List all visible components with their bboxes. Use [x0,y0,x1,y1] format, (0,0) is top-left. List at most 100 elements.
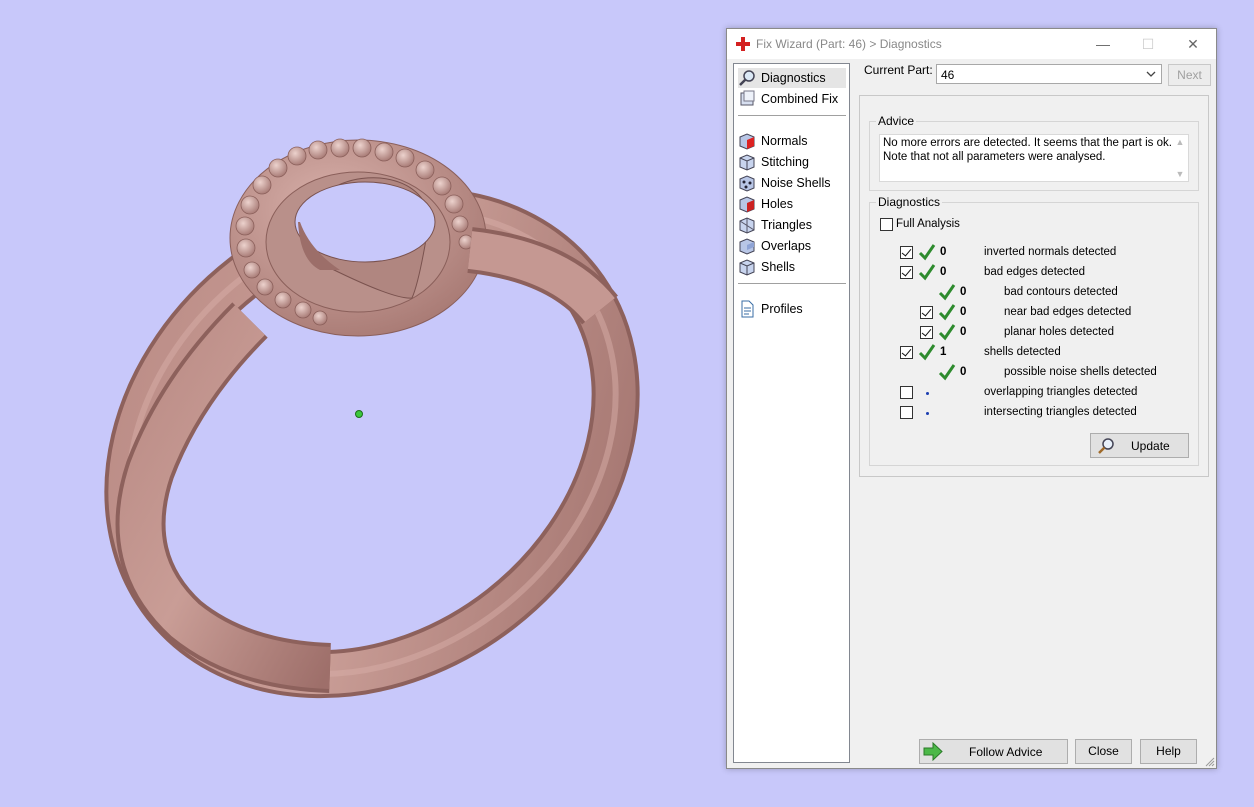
advice-group: Advice No more errors are detected. It s… [869,114,1199,191]
diagnostic-checkbox[interactable] [900,266,913,279]
close-button[interactable]: Close [1075,739,1132,764]
sidebar-item-label: Noise Shells [761,176,831,190]
normals-cube-icon [739,133,755,150]
sidebar-item-noise-shells[interactable]: Noise Shells [738,173,846,193]
sidebar-item-label: Holes [761,197,793,211]
green-check-icon [938,304,956,321]
diagnostic-label: planar holes detected [1004,326,1114,338]
green-check-icon [938,284,956,301]
diagnostic-label: overlapping triangles detected [984,386,1138,398]
sidebar-item-combined-fix[interactable]: Combined Fix [738,89,846,109]
sidebar-item-label: Profiles [761,302,803,316]
window-title: Fix Wizard (Part: 46) > Diagnostics [756,37,942,51]
sidebar-divider [738,115,846,116]
resize-grip-icon[interactable] [1205,757,1215,767]
diagnostic-label: shells detected [984,346,1061,358]
shells-cube-icon [739,259,755,276]
diagnostic-count: 0 [960,326,967,338]
sidebar-item-label: Normals [761,134,808,148]
fix-wizard-dialog: Fix Wizard (Part: 46) > Diagnostics — ☐ … [726,28,1217,769]
ring-model[interactable] [36,116,707,770]
document-icon [741,300,754,318]
diagnostic-label: inverted normals detected [984,246,1117,258]
advice-line-1: No more errors are detected. It seems th… [883,137,1172,149]
close-window-button[interactable]: ✕ [1179,33,1207,55]
sidebar-item-holes[interactable]: Holes [738,194,846,214]
green-arrow-icon [923,742,943,761]
diagnostic-label: bad contours detected [1004,286,1118,298]
green-check-icon [918,344,936,361]
diagnostic-count: 0 [960,306,967,318]
diagnostics-legend: Diagnostics [876,195,943,209]
green-check-icon [938,364,956,381]
stitching-cube-icon [739,154,755,171]
maximize-button[interactable]: ☐ [1134,33,1162,55]
sidebar-item-normals[interactable]: Normals [738,131,846,151]
overlaps-cube-icon [739,238,755,255]
scroll-down-icon[interactable]: ▼ [1175,169,1185,179]
diagnostic-checkbox[interactable] [900,406,913,419]
sidebar-item-label: Triangles [761,218,812,232]
green-check-icon [938,324,956,341]
sidebar-item-diagnostics[interactable]: Diagnostics [738,68,846,88]
current-part-label: Current Part: [864,63,933,77]
diagnostic-count: 1 [940,346,947,358]
diagnostic-label: possible noise shells detected [1004,366,1157,378]
full-analysis-label: Full Analysis [896,218,960,230]
diagnostic-count: 0 [940,266,947,278]
not-analysed-dot-icon [926,412,929,415]
wizard-sidebar: Diagnostics Combined Fix Normals Stitchi… [733,63,850,763]
sidebar-divider [738,283,846,284]
diagnostic-label: bad edges detected [984,266,1086,278]
sidebar-item-shells[interactable]: Shells [738,257,846,277]
green-check-icon [918,244,936,261]
sidebar-item-label: Diagnostics [761,71,826,85]
diagnostics-panel: Advice No more errors are detected. It s… [859,95,1209,477]
sidebar-item-stitching[interactable]: Stitching [738,152,846,172]
current-part-value: 46 [941,68,955,82]
red-cross-icon [736,37,750,51]
magnifier-icon [1098,438,1114,454]
rotation-center-marker[interactable] [355,410,363,418]
sidebar-item-label: Stitching [761,155,809,169]
follow-advice-label: Follow Advice [969,745,1043,759]
diagnostic-checkbox[interactable] [900,246,913,259]
diagnostic-checkbox[interactable] [900,386,913,399]
scroll-up-icon[interactable]: ▲ [1175,137,1185,147]
green-check-icon [918,264,936,281]
current-part-select[interactable]: 46 [936,64,1162,84]
sidebar-item-label: Combined Fix [761,92,839,106]
not-analysed-dot-icon [926,392,929,395]
noise-shells-cube-icon [739,175,755,192]
sidebar-item-label: Shells [761,260,796,274]
sidebar-item-overlaps[interactable]: Overlaps [738,236,846,256]
diagnostics-group: Diagnostics Full Analysis 0 inverted norm… [869,195,1199,466]
advice-text: No more errors are detected. It seems th… [883,137,1173,164]
magnifier-icon [739,70,755,86]
combined-fix-icon [740,90,755,106]
diagnostic-checkbox[interactable] [900,346,913,359]
diagnostic-count: 0 [960,286,967,298]
diagnostic-count: 0 [960,366,967,378]
update-button[interactable]: Update [1090,433,1189,458]
diagnostic-checkbox[interactable] [920,306,933,319]
sidebar-item-profiles[interactable]: Profiles [738,299,846,319]
diagnostic-label: intersecting triangles detected [984,406,1137,418]
sidebar-item-triangles[interactable]: Triangles [738,215,846,235]
update-label: Update [1131,439,1170,453]
title-bar[interactable]: Fix Wizard (Part: 46) > Diagnostics — ☐ … [727,29,1216,59]
follow-advice-button[interactable]: Follow Advice [919,739,1068,764]
advice-line-2: Note that not all parameters were analys… [883,150,1106,163]
sidebar-item-label: Overlaps [761,239,812,253]
chevron-down-icon [1146,71,1156,77]
next-button[interactable]: Next [1168,64,1211,86]
minimize-button[interactable]: — [1089,33,1117,55]
advice-textbox[interactable]: No more errors are detected. It seems th… [879,134,1189,182]
help-button[interactable]: Help [1140,739,1197,764]
diagnostic-count: 0 [940,246,947,258]
holes-cube-icon [739,196,755,213]
advice-legend: Advice [876,114,917,128]
full-analysis-checkbox[interactable] [880,218,893,231]
triangles-cube-icon [739,217,755,234]
diagnostic-checkbox[interactable] [920,326,933,339]
